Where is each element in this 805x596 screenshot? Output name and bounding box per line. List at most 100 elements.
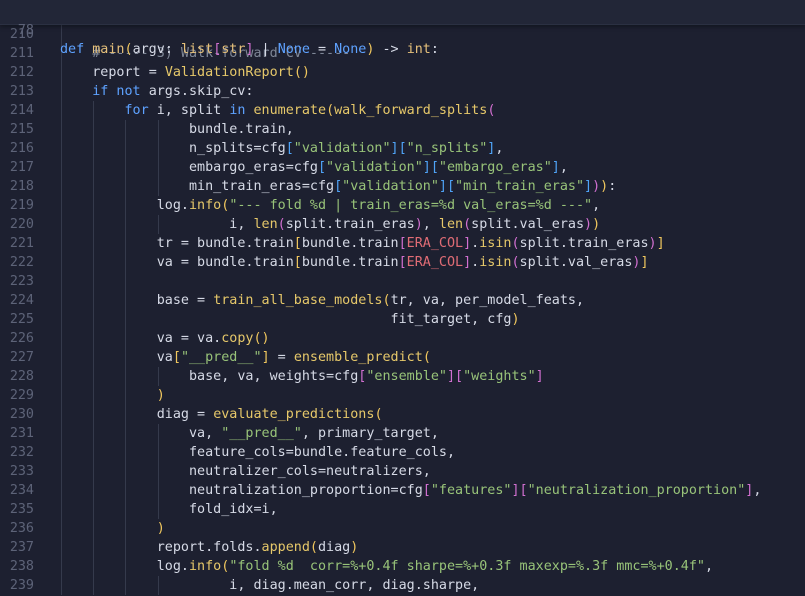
code-token: ValidationReport <box>164 65 294 80</box>
code-token: [ <box>430 160 439 175</box>
code-line[interactable]: 215 bundle.train, <box>0 120 805 139</box>
line-number: 230 <box>9 407 34 422</box>
code-token: "embargo_eras" <box>438 160 552 175</box>
code-line[interactable]: 220 i, len(split.train_eras), len(split.… <box>0 215 805 234</box>
code-text: va = bundle.train[bundle.train[ERA_COL].… <box>60 253 649 272</box>
code-line[interactable]: 226 va = va.copy() <box>0 329 805 348</box>
code-token: , <box>592 198 601 213</box>
code-token: train_all_base_models <box>213 293 383 308</box>
code-line[interactable]: 227 va["__pred__"] = ensemble_predict( <box>0 348 805 367</box>
code-token: if not <box>92 84 149 99</box>
line-number: 222 <box>9 255 34 270</box>
code-line[interactable]: 216 n_splits=cfg["validation"]["n_splits… <box>0 139 805 158</box>
code-token: [ <box>398 236 407 251</box>
code-line[interactable]: 212 report = ValidationReport() <box>0 63 805 82</box>
line-number: 224 <box>9 293 34 308</box>
line-number: 229 <box>9 388 34 403</box>
code-token: () <box>293 65 310 80</box>
line-number: 227 <box>9 350 34 365</box>
code-token: ( <box>309 540 318 555</box>
sticky-line[interactable]: 78 def main(argv: list[str] | None = Non… <box>0 2 439 57</box>
code-token: ) <box>592 179 601 194</box>
code-token: ] <box>261 350 270 365</box>
code-token: base = <box>60 293 214 308</box>
code-line[interactable]: 232 feature_cols=bundle.feature_cols, <box>0 443 805 462</box>
code-line[interactable]: 222 va = bundle.train[bundle.train[ERA_C… <box>0 253 805 272</box>
code-line[interactable]: 236 ) <box>0 519 805 538</box>
code-token: in <box>229 103 254 118</box>
code-token: "fold %d corr=%+0.4f sharpe=%+0.3f maxex… <box>229 559 705 574</box>
code-token: ] <box>422 160 431 175</box>
code-token: evaluate_predictions <box>213 407 375 422</box>
indent-guide <box>157 367 159 386</box>
line-number: 219 <box>9 198 34 213</box>
code-token: "features" <box>430 483 512 498</box>
line-number: 239 <box>9 578 34 593</box>
line-number: 228 <box>9 369 34 384</box>
code-token: list <box>180 42 214 57</box>
code-token: i, diag.mean_corr, diag.sharpe, <box>60 578 480 593</box>
code-line[interactable]: 218 min_train_eras=cfg["validation"]["mi… <box>0 177 805 196</box>
code-token: ( <box>487 103 496 118</box>
code-line[interactable]: 229 ) <box>0 386 805 405</box>
code-token: ) <box>156 388 165 403</box>
code-text: log.info("--- fold %d | train_eras=%d va… <box>60 196 600 215</box>
code-token: fit_target, cfg <box>60 312 512 327</box>
code-line[interactable]: 230 diag = evaluate_predictions( <box>0 405 805 424</box>
code-token: ( <box>463 217 472 232</box>
code-token: [ <box>334 179 343 194</box>
code-text: min_train_eras=cfg["validation"]["min_tr… <box>60 177 616 196</box>
code-line[interactable]: 219 log.info("--- fold %d | train_eras=%… <box>0 196 805 215</box>
code-token: report <box>60 65 149 80</box>
code-token: int <box>406 42 431 57</box>
code-line[interactable]: 217 embargo_eras=cfg["validation"]["emba… <box>0 158 805 177</box>
code-token: "weights" <box>463 369 536 384</box>
line-number: 231 <box>9 426 34 441</box>
code-token: tr, va, per_model_feats, <box>390 293 585 308</box>
indent-guide <box>157 120 159 196</box>
code-line[interactable]: 224 base = train_all_base_models(tr, va,… <box>0 291 805 310</box>
code-line[interactable]: 214 for i, split in enumerate(walk_forwa… <box>0 101 805 120</box>
code-line[interactable]: 221 tr = bundle.train[bundle.train[ERA_C… <box>0 234 805 253</box>
code-text: if not args.skip_cv: <box>60 82 253 101</box>
code-token: base, va, weights=cfg <box>60 369 359 384</box>
code-token: ensemble_predict <box>293 350 423 365</box>
code-token: ] <box>656 236 665 251</box>
code-line[interactable]: 213 if not args.skip_cv: <box>0 82 805 101</box>
line-number: 221 <box>9 236 34 251</box>
code-text: base, va, weights=cfg["ensemble"]["weigh… <box>60 367 544 386</box>
code-line[interactable]: 235 fold_idx=i, <box>0 500 805 519</box>
code-token: isin <box>479 236 512 251</box>
code-line[interactable]: 233 neutralizer_cols=neutralizers, <box>0 462 805 481</box>
code-text: va = va.copy() <box>60 329 270 348</box>
code-token: "validation" <box>326 160 423 175</box>
indent-guide <box>157 424 159 519</box>
indent-guide <box>93 101 95 595</box>
code-line[interactable]: 238 log.info("fold %d corr=%+0.4f sharpe… <box>0 557 805 576</box>
code-token: len <box>438 217 464 232</box>
code-token: i, split <box>156 103 230 118</box>
code-text: log.info("fold %d corr=%+0.4f sharpe=%+0… <box>60 557 713 576</box>
code-editor[interactable]: 78 def main(argv: list[str] | None = Non… <box>0 0 805 596</box>
sticky-scroll-header[interactable]: 78 def main(argv: list[str] | None = Non… <box>0 0 805 57</box>
code-line[interactable]: 231 va, "__pred__", primary_target, <box>0 424 805 443</box>
code-text: bundle.train, <box>60 120 294 139</box>
code-line[interactable]: 228 base, va, weights=cfg["ensemble"]["w… <box>0 367 805 386</box>
code-line[interactable]: 234 neutralization_proportion=cfg["featu… <box>0 481 805 500</box>
code-token: "--- fold %d | train_eras=%d val_eras=%d… <box>229 198 593 213</box>
code-line[interactable]: 225 fit_target, cfg) <box>0 310 805 329</box>
code-token: "min_train_eras" <box>455 179 585 194</box>
code-line[interactable]: 237 report.folds.append(diag) <box>0 538 805 557</box>
line-number: 216 <box>9 141 34 156</box>
indent-guide <box>157 576 159 595</box>
code-token: () <box>253 331 270 346</box>
code-line[interactable]: 239 i, diag.mean_corr, diag.sharpe, <box>0 576 805 595</box>
code-token: ) <box>584 217 593 232</box>
code-token: , <box>422 217 439 232</box>
code-token: va = bundle.train <box>60 255 294 270</box>
code-line[interactable]: 223 <box>0 272 805 291</box>
code-token: "__pred__" <box>221 426 302 441</box>
